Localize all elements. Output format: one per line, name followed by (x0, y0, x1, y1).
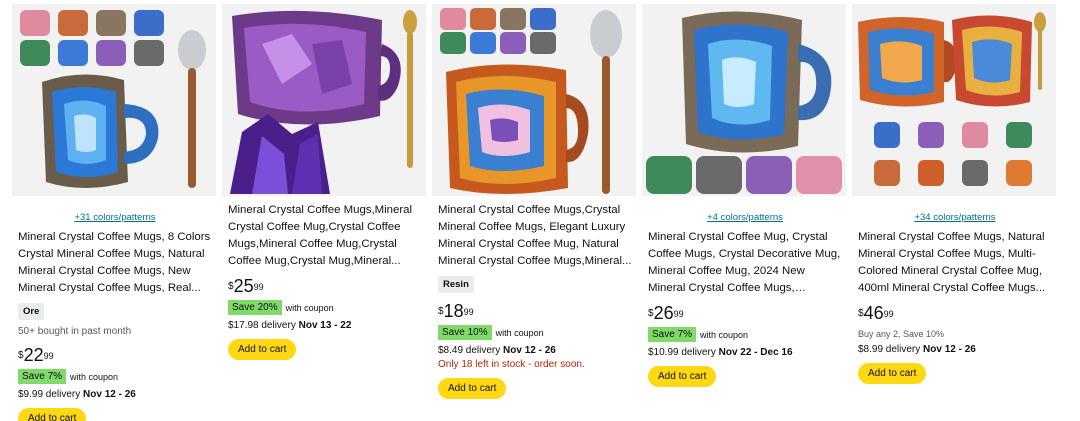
delivery-dates: Nov 12 - 26 (503, 345, 556, 356)
add-to-cart-button[interactable]: Add to cart (438, 378, 507, 399)
price-symbol: $ (18, 350, 24, 361)
product-title[interactable]: Mineral Crystal Coffee Mugs, Natural Min… (858, 229, 1052, 297)
product-card: +34 colors/patterns Mineral Crystal Coff… (852, 0, 1058, 421)
coupon-text: with coupon (70, 371, 119, 382)
price: $2699 (648, 303, 842, 325)
product-image[interactable] (432, 4, 636, 196)
price-whole: 18 (443, 301, 464, 321)
product-grid: +31 colors/patterns Mineral Crystal Coff… (0, 0, 1080, 421)
delivery-fee: $17.98 delivery (228, 320, 296, 331)
delivery-dates: Nov 12 - 26 (83, 389, 136, 400)
coupon: Save 7% with coupon (18, 369, 212, 384)
price-fraction: 99 (253, 282, 264, 292)
price-symbol: $ (438, 306, 444, 317)
price: $2299 (18, 345, 212, 367)
price-fraction: 99 (463, 307, 474, 317)
save-badge[interactable]: Save 7% (648, 327, 697, 342)
variant-badge: Resin (438, 276, 474, 293)
save-badge[interactable]: Save 10% (438, 325, 492, 340)
price-whole: 46 (863, 303, 884, 323)
delivery-info: $8.99 delivery Nov 12 - 26 (858, 344, 1052, 355)
product-card: Mineral Crystal Coffee Mugs,Mineral Crys… (222, 0, 428, 421)
delivery-fee: $9.99 delivery (18, 389, 81, 400)
product-body: +34 colors/patterns Mineral Crystal Coff… (858, 200, 1052, 384)
add-to-cart-button[interactable]: Add to cart (18, 408, 87, 421)
product-body: +4 colors/patterns Mineral Crystal Coffe… (648, 200, 842, 387)
product-title[interactable]: Mineral Crystal Coffee Mugs,Mineral Crys… (228, 202, 422, 270)
price-fraction: 99 (673, 309, 684, 319)
coupon-text: with coupon (285, 302, 334, 313)
price-whole: 22 (23, 345, 44, 365)
product-card: +4 colors/patterns Mineral Crystal Coffe… (642, 0, 848, 421)
price-fraction: 99 (883, 309, 894, 319)
colors-patterns-link[interactable]: +31 colors/patterns (18, 212, 212, 223)
delivery-info: $10.99 delivery Nov 22 - Dec 16 (648, 347, 842, 358)
delivery-dates: Nov 12 - 26 (923, 344, 976, 355)
bought-count: 50+ bought in past month (18, 326, 132, 337)
delivery-dates: Nov 13 - 22 (298, 320, 352, 331)
product-title[interactable]: Mineral Crystal Coffee Mugs,Crystal Mine… (438, 202, 632, 270)
price: $1899 (438, 301, 632, 323)
price-whole: 25 (233, 276, 254, 296)
product-image[interactable] (12, 4, 216, 196)
price-whole: 26 (653, 303, 674, 323)
coupon: Save 10% with coupon (438, 325, 632, 340)
coupon: Save 7% with coupon (648, 327, 842, 342)
product-body: +31 colors/patterns Mineral Crystal Coff… (18, 200, 212, 421)
colors-patterns-link[interactable]: +34 colors/patterns (858, 212, 1052, 223)
delivery-info: $9.99 delivery Nov 12 - 26 (18, 389, 212, 400)
add-to-cart-button[interactable]: Add to cart (858, 363, 927, 384)
product-image[interactable] (222, 4, 426, 196)
delivery-info: $17.98 delivery Nov 13 - 22 (228, 320, 422, 331)
variant-badge: Ore (18, 303, 45, 320)
add-to-cart-button[interactable]: Add to cart (648, 366, 717, 387)
stock-warning: Only 18 left in stock - order soon. (438, 359, 585, 370)
promo-text: Buy any 2, Save 10% (858, 329, 945, 339)
product-card: Mineral Crystal Coffee Mugs,Crystal Mine… (432, 0, 638, 421)
product-image[interactable] (852, 4, 1056, 196)
add-to-cart-button[interactable]: Add to cart (228, 339, 297, 360)
delivery-fee: $8.99 delivery (858, 344, 921, 355)
coupon: Save 20% with coupon (228, 300, 422, 315)
product-card: +31 colors/patterns Mineral Crystal Coff… (12, 0, 218, 421)
price-symbol: $ (228, 281, 234, 292)
product-title[interactable]: Mineral Crystal Coffee Mug, Crystal Coff… (648, 229, 842, 297)
product-title[interactable]: Mineral Crystal Coffee Mugs, 8 Colors Cr… (18, 229, 212, 297)
coupon-text: with coupon (700, 329, 749, 340)
price: $2599 (228, 276, 422, 298)
colors-patterns-link[interactable]: +4 colors/patterns (648, 212, 842, 223)
product-body: Mineral Crystal Coffee Mugs,Crystal Mine… (438, 200, 632, 399)
delivery-dates: Nov 22 - Dec 16 (718, 347, 793, 358)
delivery-fee: $10.99 delivery (648, 347, 716, 358)
price: $4699 (858, 303, 1052, 325)
product-image[interactable] (642, 4, 846, 196)
price-symbol: $ (858, 308, 864, 319)
price-fraction: 99 (43, 351, 54, 361)
save-badge[interactable]: Save 7% (18, 369, 67, 384)
save-badge[interactable]: Save 20% (228, 300, 282, 315)
price-symbol: $ (648, 308, 654, 319)
delivery-fee: $8.49 delivery (438, 345, 501, 356)
product-body: Mineral Crystal Coffee Mugs,Mineral Crys… (228, 200, 422, 360)
coupon-text: with coupon (495, 327, 544, 338)
delivery-info: $8.49 delivery Nov 12 - 26 (438, 345, 632, 356)
